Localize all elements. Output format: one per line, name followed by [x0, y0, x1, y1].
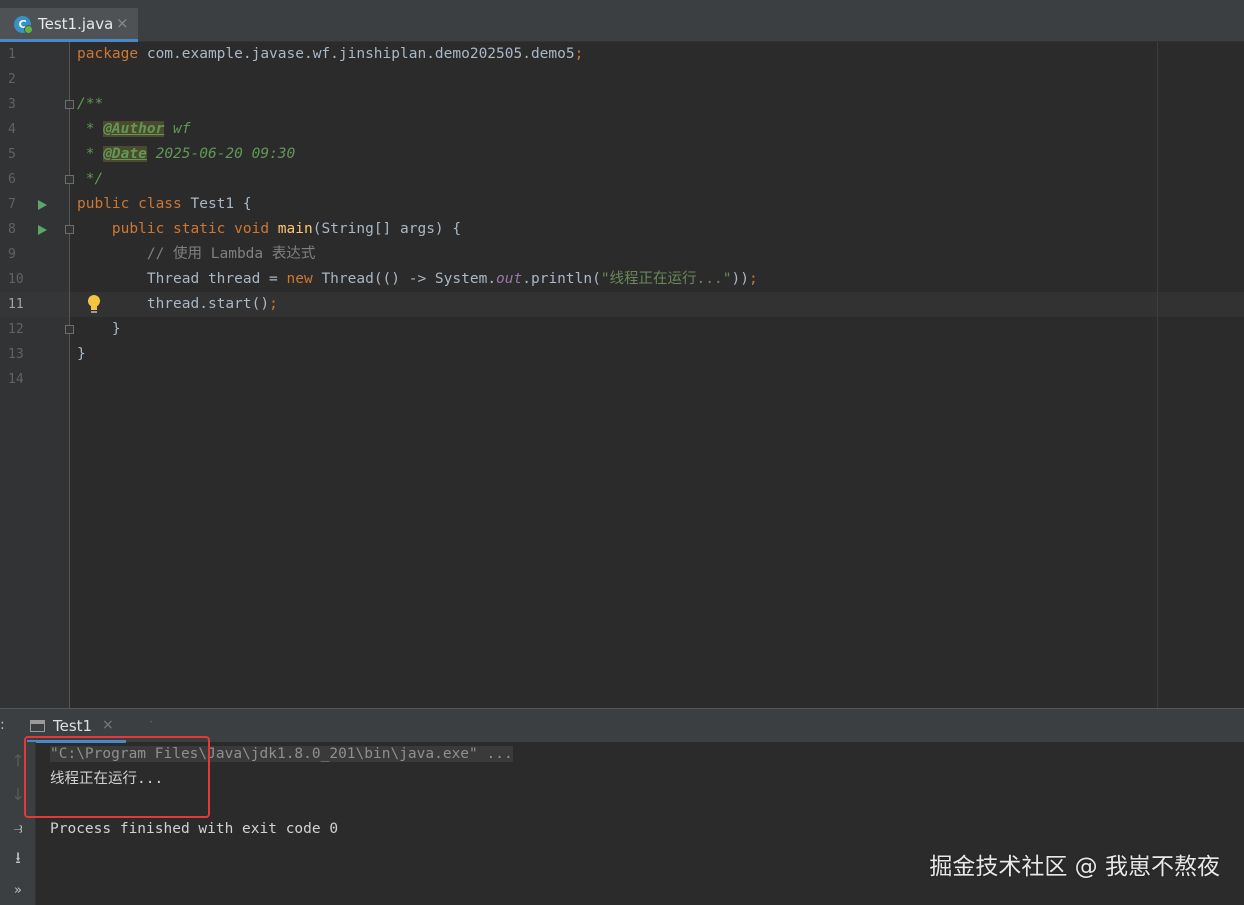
- code-text: )): [731, 271, 749, 287]
- doc-tag-author: @Author: [103, 121, 165, 137]
- class-declaration: Test1 {: [181, 196, 252, 212]
- editor-tab-test1-java[interactable]: C Test1.java ×: [0, 8, 138, 42]
- keyword: new: [286, 271, 313, 287]
- code-line-12: }: [77, 321, 121, 337]
- doc-value: 2025-06-20 09:30: [146, 146, 296, 162]
- scroll-to-end-icon[interactable]: ⭳: [9, 849, 27, 867]
- line-number: 4: [8, 122, 16, 137]
- code-line-3: /**: [77, 96, 104, 112]
- doc-tag-date: @Date: [103, 146, 147, 162]
- editor-tab-bar: C Test1.java ×: [0, 0, 1244, 42]
- code-text: thread.start(): [77, 296, 270, 312]
- semicolon: ;: [748, 271, 758, 287]
- line-number: 7: [8, 197, 16, 212]
- console-line-exit: Process finished with exit code 0: [50, 821, 339, 837]
- fold-icon[interactable]: [65, 325, 74, 334]
- line-number: 11: [8, 297, 24, 312]
- semicolon: ;: [574, 46, 584, 62]
- code-line-13: }: [77, 346, 86, 362]
- editor-tab-label: Test1.java: [38, 15, 114, 33]
- line-number: 3: [8, 97, 16, 112]
- run-class-icon[interactable]: [38, 200, 47, 210]
- doc-star: *: [77, 146, 104, 162]
- method-name: main: [277, 221, 313, 237]
- keyword: public class: [77, 196, 182, 212]
- line-number: 10: [8, 272, 24, 287]
- soft-wrap-icon[interactable]: ⥽: [9, 819, 27, 837]
- run-main-icon[interactable]: [38, 225, 47, 235]
- console-icon: [30, 720, 45, 732]
- close-icon[interactable]: ×: [102, 717, 114, 733]
- close-icon[interactable]: ×: [116, 14, 129, 32]
- code-text: Thread(() -> System.: [312, 271, 497, 287]
- line-number: 8: [8, 222, 16, 237]
- code-line-1: package com.example.javase.wf.jinshiplan…: [77, 42, 583, 67]
- code-line-5: * @Date 2025-06-20 09:30: [77, 142, 295, 167]
- line-number: 1: [8, 47, 16, 62]
- line-number: 6: [8, 172, 16, 187]
- more-icon[interactable]: »: [9, 882, 27, 900]
- code-line-10: Thread thread = new Thread(() -> System.…: [77, 267, 758, 292]
- fold-icon[interactable]: [65, 100, 74, 109]
- fold-icon[interactable]: [65, 175, 74, 184]
- code-line-9: // 使用 Lambda 表达式: [77, 246, 316, 262]
- line-number: 12: [8, 322, 24, 337]
- run-tab-label: Test1: [53, 717, 93, 735]
- semicolon: ;: [269, 296, 278, 312]
- string-literal: "线程正在运行...": [600, 271, 732, 287]
- java-class-icon: C: [14, 16, 33, 34]
- method-params: (String[] args) {: [312, 221, 462, 237]
- keyword: public static void: [111, 221, 270, 237]
- line-number: 2: [8, 72, 16, 87]
- code-line-6: */: [77, 171, 104, 187]
- code-text: .println(: [522, 271, 601, 287]
- doc-star: *: [77, 121, 104, 137]
- fold-icon[interactable]: [65, 225, 74, 234]
- code-line-4: * @Author wf: [77, 117, 191, 142]
- watermark: 掘金技术社区 @ 我崽不熬夜: [929, 854, 1220, 880]
- package-name: com.example.javase.wf.jinshiplan.demo202…: [138, 46, 575, 62]
- doc-value: wf: [164, 121, 191, 137]
- code-line-8: public static void main(String[] args) {: [77, 217, 461, 242]
- code-text: Thread thread =: [77, 271, 287, 287]
- line-number: 14: [8, 372, 24, 387]
- code-editor[interactable]: 1 2 3 4 5 6 7 8 9 10 11 12 13 14 package…: [0, 42, 1244, 708]
- static-field: out: [496, 271, 523, 287]
- line-number: 5: [8, 147, 16, 162]
- line-number: 9: [8, 247, 16, 262]
- code-content[interactable]: package com.example.javase.wf.jinshiplan…: [77, 42, 758, 426]
- code-line-11: thread.start();: [77, 292, 278, 317]
- annotation-highlight-box: [24, 736, 210, 818]
- line-number: 13: [8, 347, 24, 362]
- editor-gutter: 1 2 3 4 5 6 7 8 9 10 11 12 13 14: [0, 42, 74, 708]
- right-margin-guide: [1157, 42, 1158, 708]
- code-line-7: public class Test1 {: [77, 192, 252, 217]
- keyword: package: [77, 46, 139, 62]
- run-label-colon: :: [0, 717, 5, 733]
- tab-overflow-dot: ⋅: [148, 717, 155, 728]
